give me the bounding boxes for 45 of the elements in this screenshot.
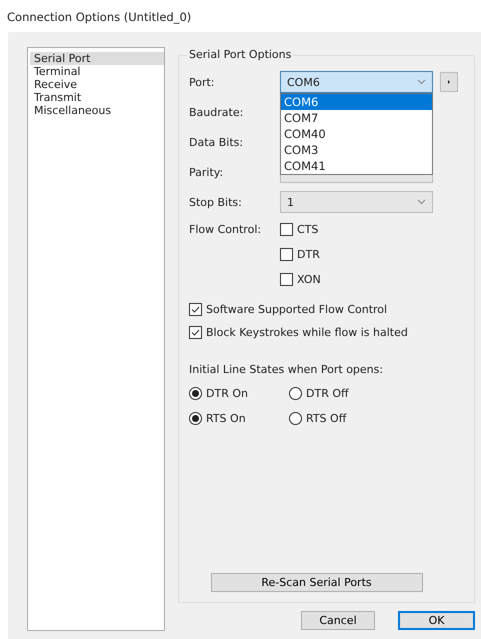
radio-label: DTR Off <box>306 387 349 400</box>
chevron-icon <box>417 79 426 85</box>
dropdown-option[interactable]: COM3 <box>281 142 432 158</box>
rescan-button[interactable]: Re-Scan Serial Ports <box>210 573 422 592</box>
checkbox[interactable] <box>280 273 293 286</box>
section-label: Initial Line States when Port opens: <box>189 362 384 378</box>
dialog-button[interactable]: OK <box>398 611 475 630</box>
radio-button[interactable] <box>289 387 302 400</box>
checkbox-label: Block Keystrokes while flow is halted <box>206 326 408 339</box>
category-item[interactable]: Terminal <box>30 65 164 78</box>
field-label: Port: <box>189 76 216 88</box>
category-item[interactable]: Serial Port <box>30 52 164 65</box>
checkbox-label: XON <box>297 273 321 286</box>
checkbox[interactable] <box>189 303 202 316</box>
category-item[interactable]: Transmit <box>30 91 164 104</box>
chevron-icon <box>417 199 426 205</box>
dropdown-option[interactable]: COM7 <box>281 110 432 126</box>
dropdown-option[interactable]: COM41 <box>281 158 432 174</box>
checkbox-label: DTR <box>297 248 320 261</box>
field-label: Flow Control: <box>189 223 262 236</box>
port-dropdown[interactable]: COM6 <box>280 71 433 93</box>
group-title: Serial Port Options <box>187 48 294 61</box>
radio-label: RTS On <box>206 412 246 425</box>
field-label: Stop Bits: <box>189 196 243 208</box>
radio-label: RTS Off <box>306 412 346 425</box>
dropdown-option[interactable]: COM6 <box>281 94 432 110</box>
checkbox[interactable] <box>280 223 293 236</box>
checkbox-label: CTS <box>297 223 318 236</box>
radio-label: DTR On <box>206 387 248 400</box>
dialog-button[interactable]: Cancel <box>301 611 375 630</box>
checkbox[interactable] <box>280 248 293 261</box>
radio-button[interactable] <box>189 387 202 400</box>
window-title: Connection Options (Untitled_0) <box>6 9 192 26</box>
category-item[interactable]: Receive <box>30 78 164 91</box>
field-label: Baudrate: <box>189 106 244 118</box>
arrow-right-icon <box>447 79 451 85</box>
dropdown-option[interactable]: COM40 <box>281 126 432 142</box>
dropdown-field[interactable]: 1 <box>280 191 433 213</box>
checkbox-label: Software Supported Flow Control <box>206 303 388 316</box>
field-label: Data Bits: <box>189 136 244 148</box>
radio-button[interactable] <box>189 412 202 425</box>
field-label: Parity: <box>189 166 224 178</box>
checkbox[interactable] <box>189 326 202 339</box>
radio-button[interactable] <box>289 412 302 425</box>
category-item[interactable]: Miscellaneous <box>30 104 164 117</box>
